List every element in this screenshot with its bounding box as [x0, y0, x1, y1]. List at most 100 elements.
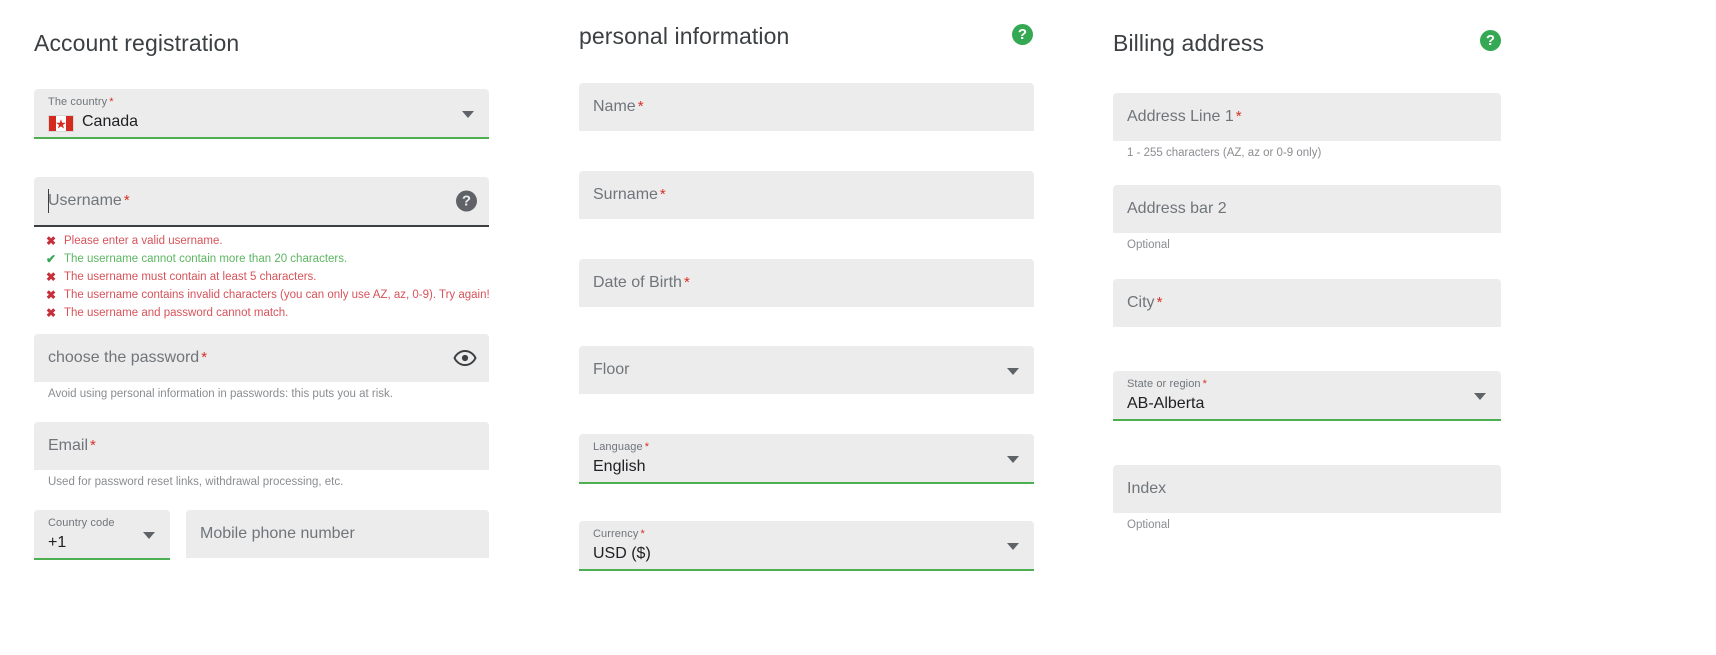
- username-input[interactable]: Username * ?: [34, 177, 489, 227]
- required-marker: *: [123, 192, 130, 209]
- country-value: Canada: [82, 113, 139, 130]
- date-of-birth-field[interactable]: Date of Birth *: [579, 259, 1034, 307]
- personal-section-header: personal information ?: [560, 0, 1100, 60]
- address-line-1-input[interactable]: Address Line 1 *: [1113, 93, 1501, 141]
- country-select[interactable]: The country * ★ Canada: [34, 89, 489, 139]
- required-marker: *: [201, 349, 208, 366]
- billing-section-header: Billing address ?: [1100, 0, 1716, 60]
- cross-icon: ✖: [45, 288, 57, 302]
- chevron-down-icon[interactable]: [462, 111, 474, 118]
- required-marker: *: [1156, 294, 1163, 311]
- username-placeholder: Username *: [48, 192, 130, 209]
- help-icon[interactable]: ?: [1480, 30, 1501, 51]
- required-marker: *: [1235, 108, 1242, 125]
- address-line-1-field[interactable]: Address Line 1 * 1 - 255 characters (AZ, …: [1113, 93, 1501, 159]
- address-line-1-placeholder: Address Line 1 *: [1127, 108, 1242, 125]
- country-label: The country *: [48, 96, 114, 108]
- validation-text: The username contains invalid characters…: [64, 289, 490, 301]
- page-title: Account registration: [34, 30, 240, 56]
- surname-field[interactable]: Surname *: [579, 171, 1034, 219]
- address-line-2-helper-text: Optional: [1127, 239, 1170, 251]
- language-underline: [579, 482, 1034, 484]
- country-code-select[interactable]: Country code +1: [34, 510, 170, 560]
- city-placeholder: City *: [1127, 294, 1163, 311]
- username-help-icon[interactable]: ?: [456, 190, 477, 212]
- date-of-birth-input[interactable]: Date of Birth *: [579, 259, 1034, 307]
- index-field[interactable]: Index Optional: [1113, 465, 1501, 531]
- address-line-1-helper-text: 1 - 255 characters (AZ, az or 0-9 only): [1127, 147, 1322, 159]
- email-helper-text: Used for password reset links, withdrawa…: [48, 476, 344, 488]
- help-icon[interactable]: ?: [1012, 24, 1033, 45]
- country-code-label: Country code: [48, 517, 115, 529]
- chevron-down-icon[interactable]: [1007, 368, 1019, 375]
- name-input[interactable]: Name *: [579, 83, 1034, 131]
- currency-underline: [579, 569, 1034, 571]
- floor-field[interactable]: Floor: [579, 346, 1034, 394]
- required-marker: *: [90, 437, 96, 454]
- name-placeholder: Name *: [593, 98, 644, 115]
- registration-form-page: Account registration The country * ★ Cana…: [0, 0, 1716, 655]
- date-of-birth-placeholder: Date of Birth *: [593, 274, 690, 291]
- chevron-down-icon[interactable]: [1474, 393, 1486, 400]
- name-field[interactable]: Name *: [579, 83, 1034, 131]
- validation-item: ✖ The username must contain at least 5 c…: [43, 268, 543, 286]
- personal-information-column: personal information ? Name * Surname * Da…: [560, 0, 1100, 571]
- cross-icon: ✖: [45, 234, 57, 248]
- city-field[interactable]: City *: [1113, 279, 1501, 327]
- language-label: Language *: [593, 441, 650, 453]
- mobile-phone-input[interactable]: Mobile phone number: [186, 510, 489, 558]
- billing-section-title: Billing address: [1113, 30, 1265, 56]
- validation-item: ✖ The username and password cannot match…: [43, 304, 543, 322]
- billing-address-column: Billing address ? Address Line 1 * 1 - 25…: [1100, 0, 1716, 531]
- city-input[interactable]: City *: [1113, 279, 1501, 327]
- validation-text: Please enter a valid username.: [64, 235, 223, 247]
- chevron-down-icon[interactable]: [1007, 543, 1019, 550]
- account-registration-column: Account registration The country * ★ Cana…: [0, 0, 560, 560]
- password-field[interactable]: choose the password * Avoid using persona…: [34, 334, 489, 400]
- mobile-phone-placeholder: Mobile phone number: [200, 525, 355, 542]
- username-validation-list: ✖ Please enter a valid username. ✔ The u…: [43, 232, 543, 322]
- required-marker: *: [637, 98, 644, 115]
- state-or-region-field[interactable]: State or region * AB-Alberta: [1113, 371, 1501, 421]
- personal-section-title: personal information: [579, 23, 790, 49]
- address-line-2-input[interactable]: Address bar 2: [1113, 185, 1501, 233]
- chevron-down-icon[interactable]: [1007, 456, 1019, 463]
- currency-field[interactable]: Currency * USD ($): [579, 521, 1034, 571]
- index-placeholder: Index: [1127, 480, 1167, 497]
- language-value: English: [593, 458, 646, 475]
- username-field[interactable]: Username * ?: [34, 177, 489, 227]
- floor-select[interactable]: Floor: [579, 346, 1034, 394]
- language-field[interactable]: Language * English: [579, 434, 1034, 484]
- state-or-region-select[interactable]: State or region * AB-Alberta: [1113, 371, 1501, 421]
- country-code-field[interactable]: Country code +1: [34, 510, 170, 560]
- country-field[interactable]: The country * ★ Canada: [34, 89, 489, 139]
- username-underline: [34, 225, 489, 227]
- email-input[interactable]: Email *: [34, 422, 489, 470]
- mobile-phone-field[interactable]: Mobile phone number: [186, 510, 489, 558]
- cross-icon: ✖: [45, 270, 57, 284]
- required-marker: *: [1202, 378, 1208, 390]
- cross-icon: ✖: [45, 306, 57, 320]
- currency-label: Currency *: [593, 528, 645, 540]
- email-placeholder: Email *: [48, 437, 96, 454]
- country-code-value: +1: [48, 534, 67, 551]
- surname-placeholder: Surname *: [593, 186, 666, 203]
- email-field[interactable]: Email * Used for password reset links, wi…: [34, 422, 489, 488]
- language-select[interactable]: Language * English: [579, 434, 1034, 484]
- check-icon: ✔: [45, 252, 57, 266]
- validation-text: The username must contain at least 5 cha…: [64, 271, 317, 283]
- eye-icon[interactable]: [453, 346, 477, 370]
- account-section-header: Account registration: [0, 0, 560, 60]
- chevron-down-icon[interactable]: [143, 532, 155, 539]
- index-input[interactable]: Index: [1113, 465, 1501, 513]
- surname-input[interactable]: Surname *: [579, 171, 1034, 219]
- required-marker: *: [659, 186, 666, 203]
- floor-placeholder: Floor: [593, 361, 630, 378]
- country-underline: [34, 137, 489, 139]
- currency-select[interactable]: Currency * USD ($): [579, 521, 1034, 571]
- validation-item: ✖ Please enter a valid username.: [43, 232, 543, 250]
- maple-leaf-glyph: ★: [55, 116, 67, 131]
- password-input[interactable]: choose the password *: [34, 334, 489, 382]
- address-line-2-field[interactable]: Address bar 2 Optional: [1113, 185, 1501, 251]
- required-marker: *: [109, 96, 114, 108]
